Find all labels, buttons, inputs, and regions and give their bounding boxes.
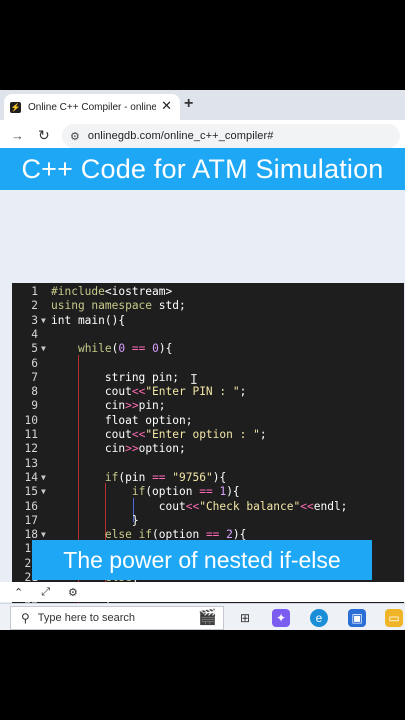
edge-icon[interactable]: e bbox=[310, 609, 328, 627]
tune-icon[interactable]: ⚙ bbox=[70, 130, 80, 143]
close-tab-icon[interactable]: ✕ bbox=[161, 98, 172, 114]
clapperboard-icon: 🎬 bbox=[198, 609, 217, 626]
line-number: 1 bbox=[31, 285, 38, 298]
folder-icon[interactable]: ▭ bbox=[385, 609, 403, 627]
line-number: 3 bbox=[31, 313, 38, 327]
code-line[interactable]: 16 cout<<"Check balance"<<endl; bbox=[12, 500, 404, 514]
code-text: cout<<"Enter option : "; bbox=[51, 428, 267, 441]
code-line[interactable]: 9 cin>>pin; bbox=[12, 399, 404, 413]
title-text: C++ Code for ATM Simulation bbox=[21, 153, 384, 184]
code-line[interactable]: 6 bbox=[12, 357, 404, 371]
line-number: 2 bbox=[31, 299, 38, 313]
fold-arrow-icon[interactable]: ▼ bbox=[41, 471, 46, 485]
code-line[interactable]: 1 #include<iostream> bbox=[12, 285, 404, 299]
line-number: 6 bbox=[31, 356, 38, 370]
taskbar-search[interactable]: ⚲ Type here to search 🎬 bbox=[10, 606, 224, 630]
code-line[interactable]: 11 cout<<"Enter option : "; bbox=[12, 428, 404, 442]
code-text: cin>>option; bbox=[51, 442, 186, 456]
line-number: 16 bbox=[24, 499, 38, 513]
code-line[interactable]: 3 ▼ int main(){ bbox=[12, 314, 404, 328]
code-text: using namespace std; bbox=[51, 299, 186, 313]
code-line[interactable]: 17 } bbox=[12, 514, 404, 528]
new-tab-button[interactable]: + bbox=[184, 95, 193, 113]
fold-arrow-icon[interactable]: ▼ bbox=[41, 342, 46, 356]
taskbar: ⚲ Type here to search 🎬 ⊞ ✦ e ▣ ▭ bbox=[0, 603, 405, 630]
code-text: if(pin == "9756"){ bbox=[104, 470, 227, 484]
code-line[interactable]: 14 ▼ if(pin == "9756"){ bbox=[12, 471, 404, 485]
arrow-right-icon[interactable]: → bbox=[11, 128, 24, 143]
line-number: 7 bbox=[31, 370, 38, 384]
code-line[interactable]: 13 bbox=[12, 457, 404, 471]
title-banner: C++ Code for ATM Simulation bbox=[0, 148, 405, 190]
code-text: float option; bbox=[51, 413, 193, 427]
line-number: 12 bbox=[24, 442, 38, 456]
line-number: 9 bbox=[31, 399, 38, 413]
subtitle-banner: The power of nested if-else bbox=[32, 540, 372, 580]
address-bar[interactable]: ⚙ onlinegdb.com/online_c++_compiler# bbox=[62, 124, 400, 148]
subtitle-text: The power of nested if-else bbox=[63, 546, 341, 573]
code-text: int main(){ bbox=[51, 313, 126, 327]
line-number: 10 bbox=[24, 413, 38, 427]
onlinegdb-icon: ⚡ bbox=[10, 101, 21, 113]
expand-icon[interactable]: ⤢ bbox=[41, 586, 50, 599]
code-text: #include<iostream> bbox=[51, 285, 173, 298]
code-text: cout<<"Enter PIN : "; bbox=[51, 385, 247, 399]
line-number: 14 bbox=[24, 470, 38, 484]
browser-tab[interactable]: ⚡ Online C++ Compiler - online e ✕ bbox=[4, 94, 180, 120]
code-text: } bbox=[51, 513, 139, 527]
search-icon: ⚲ bbox=[21, 611, 30, 625]
line-number: 15 bbox=[24, 485, 38, 499]
chevron-up-icon[interactable]: ⌃ bbox=[14, 586, 23, 599]
line-number: 8 bbox=[31, 385, 38, 399]
code-line[interactable]: 15 ▼ if(option == 1){ bbox=[12, 485, 404, 499]
reload-icon[interactable]: ↻ bbox=[38, 127, 50, 144]
code-text: string pin; bbox=[51, 370, 179, 384]
line-number: 4 bbox=[31, 327, 38, 341]
copilot-icon[interactable]: ✦ bbox=[272, 609, 290, 627]
line-number: 11 bbox=[24, 428, 38, 441]
code-line[interactable]: 2 using namespace std; bbox=[12, 299, 404, 313]
tab-strip: ⚡ Online C++ Compiler - online e ✕ + bbox=[0, 90, 405, 120]
task-view-icon[interactable]: ⊞ bbox=[236, 609, 254, 627]
code-line[interactable]: 12 cin>>option; bbox=[12, 442, 404, 456]
code-text: if(option == 1){ bbox=[131, 485, 240, 499]
editor-bottom-bar: ⌃ ⤢ ⚙ bbox=[0, 582, 405, 602]
tab-title: Online C++ Compiler - online e bbox=[28, 101, 156, 113]
code-line[interactable]: 7 string pin; bbox=[12, 371, 404, 385]
code-line[interactable]: 8 cout<<"Enter PIN : "; bbox=[12, 385, 404, 399]
fold-arrow-icon[interactable]: ▼ bbox=[41, 485, 46, 499]
url-text: onlinegdb.com/online_c++_compiler# bbox=[87, 130, 274, 142]
fold-arrow-icon[interactable]: ▼ bbox=[41, 314, 46, 328]
code-line[interactable]: 4 bbox=[12, 328, 404, 342]
store-icon[interactable]: ▣ bbox=[348, 609, 366, 627]
line-number: 17 bbox=[24, 513, 38, 527]
search-placeholder: Type here to search bbox=[37, 612, 136, 624]
gear-icon[interactable]: ⚙ bbox=[68, 586, 78, 599]
code-line[interactable]: 5 ▼ while(0 == 0){ bbox=[12, 342, 404, 356]
line-number: 5 bbox=[31, 342, 38, 356]
code-line[interactable]: 10 float option; bbox=[12, 414, 404, 428]
code-text: while(0 == 0){ bbox=[77, 342, 173, 356]
code-text: cout<<"Check balance"<<endl; bbox=[51, 499, 348, 513]
code-text: cin>>pin; bbox=[51, 399, 166, 413]
line-number: 13 bbox=[24, 456, 38, 470]
